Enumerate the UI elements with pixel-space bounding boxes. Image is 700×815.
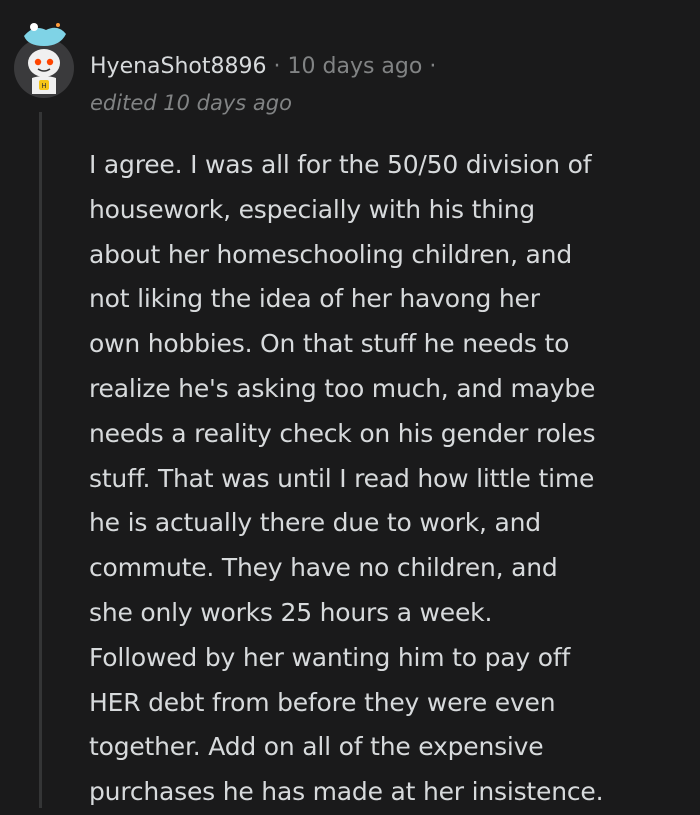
comment-body-line: Followed by her wanting him to pay off xyxy=(89,642,571,672)
author-username[interactable]: HyenaShot8896 xyxy=(90,54,267,79)
comment-body-line: I agree. I was all for the 50/50 divisio… xyxy=(89,150,592,179)
comment-body-line: about her homeschooling children, and xyxy=(89,239,572,269)
comment-body: I agree. I was all for the 50/50 divisio… xyxy=(89,143,695,815)
comment-body-line: she only works 25 hours a week. xyxy=(89,597,493,627)
comment-body-line: not liking the idea of her havong her xyxy=(89,284,540,314)
snoo-avatar-icon: H xyxy=(14,23,74,98)
comment-body-line: purchases he has made at her insistence. xyxy=(89,777,604,807)
comment-body-line: HER debt from before they were even xyxy=(89,687,556,717)
comment-timestamp[interactable]: 10 days ago xyxy=(288,54,423,79)
comment-body-line: realize he's asking too much, and maybe xyxy=(89,373,596,403)
meta-separator: · xyxy=(273,54,281,79)
svg-text:H: H xyxy=(41,82,46,90)
comment-header: HyenaShot8896 · 10 days ago · xyxy=(90,52,443,82)
thread-collapse-line[interactable] xyxy=(39,112,42,808)
comment-body-line: housework, especially with his thing xyxy=(89,194,535,224)
comment-body-line: needs a reality check on his gender role… xyxy=(89,418,596,448)
comment-body-line: he is actually there due to work, and xyxy=(89,508,541,538)
comment-body-line: commute. They have no children, and xyxy=(89,553,558,583)
comment-body-line: together. Add on all of the expensive xyxy=(89,732,544,762)
avatar[interactable]: H xyxy=(14,16,74,98)
comment-body-line: stuff. That was until I read how little … xyxy=(89,463,595,493)
meta-separator-trailing: · xyxy=(429,54,437,79)
edited-label: edited 10 days ago xyxy=(90,91,292,115)
comment-body-line: own hobbies. On that stuff he needs to xyxy=(89,329,570,359)
